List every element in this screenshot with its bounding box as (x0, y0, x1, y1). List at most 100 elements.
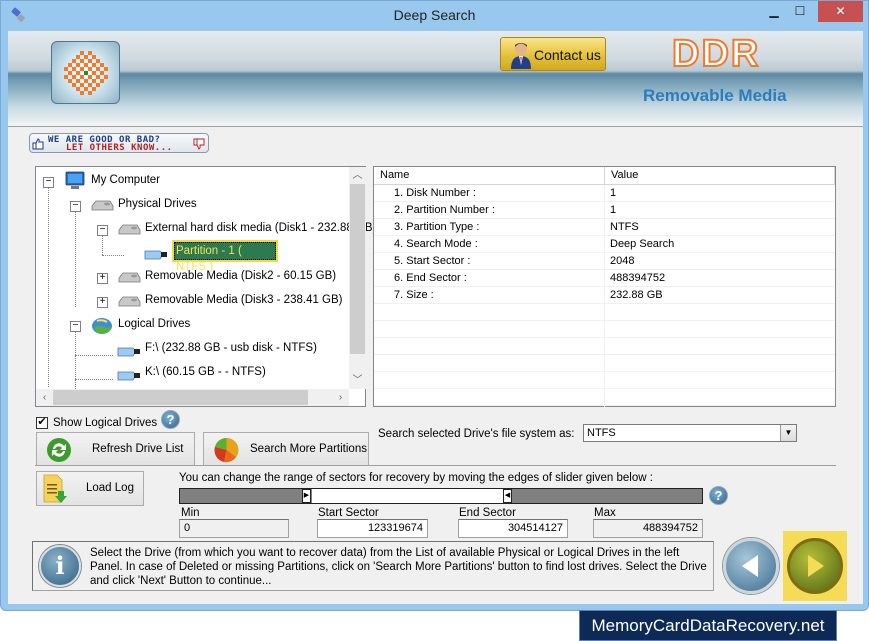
table-row[interactable]: 2. Partition Number : 1 (374, 202, 835, 219)
maximize-button[interactable]: ☐ (787, 1, 813, 22)
back-button[interactable] (723, 538, 779, 594)
load-log-button[interactable]: Load Log (36, 471, 144, 506)
checker-logo-icon (64, 51, 108, 95)
next-button[interactable] (787, 538, 843, 594)
sector-help-icon[interactable]: ? (709, 486, 728, 505)
load-log-label: Load Log (86, 482, 134, 494)
property-name: 3. Partition Type : (394, 221, 480, 233)
tree-node-partition-1[interactable]: Partition - 1 ( NTFS ) (172, 240, 278, 273)
end-sector-handle[interactable]: ◀ (503, 489, 512, 503)
scroll-up-icon[interactable]: ︿ (349, 167, 366, 184)
horizontal-scroll-thumb[interactable] (53, 390, 308, 405)
expander-disk2[interactable]: + (97, 273, 108, 284)
file-system-select[interactable]: NTFS ▼ (583, 424, 797, 442)
start-sector-handle[interactable]: ▶ (302, 489, 311, 503)
tree-node-physical-drives[interactable]: Physical Drives (118, 198, 197, 210)
max-label: Max (594, 507, 616, 519)
chevron-down-icon[interactable]: ▼ (780, 425, 796, 441)
property-value: 232.88 GB (610, 289, 663, 301)
help-icon[interactable]: ? (161, 410, 180, 429)
product-subtitle: Removable Media (643, 86, 787, 105)
next-arrow-icon (808, 555, 824, 577)
show-logical-drives-checkbox[interactable]: ✔ (36, 417, 48, 429)
scroll-down-icon[interactable]: ﹀ (349, 372, 366, 389)
drive-tree[interactable]: − My Computer − Physical Drives − Extern… (35, 166, 376, 407)
thumbs-down-icon (193, 138, 205, 150)
info-panel: i Select the Drive (from which you want … (32, 541, 714, 591)
next-button-highlight (783, 531, 847, 601)
start-sector-input[interactable]: 123319674 (317, 519, 428, 538)
scroll-right-icon[interactable]: › (332, 389, 349, 406)
hard-drive-icon (118, 296, 141, 307)
property-value: Deep Search (610, 238, 675, 250)
usb-drive-icon (117, 347, 140, 357)
refresh-drive-list-button[interactable]: Refresh Drive List (36, 432, 195, 466)
end-sector-input[interactable]: 304514127 (458, 519, 568, 538)
table-row (374, 304, 835, 321)
scroll-left-icon[interactable]: ‹ (36, 389, 53, 406)
thumbs-up-icon (32, 138, 44, 150)
column-header-name[interactable]: Name (374, 167, 605, 184)
tree-node-drive-k[interactable]: K:\ (60.15 GB - - NTFS) (145, 366, 266, 378)
usb-drive-icon (117, 371, 140, 381)
section-divider (35, 465, 836, 466)
tree-node-disk2[interactable]: Removable Media (Disk2 - 60.15 GB) (145, 270, 336, 282)
tree-node-logical-drives[interactable]: Logical Drives (118, 318, 190, 330)
expander-my-computer[interactable]: − (43, 177, 54, 188)
expander-physical-drives[interactable]: − (70, 201, 81, 212)
table-row (374, 321, 835, 338)
brand-logo-text: DDR (671, 32, 761, 76)
property-name: 1. Disk Number : (394, 187, 476, 199)
hard-drive-icon (91, 200, 114, 211)
expander-disk3[interactable]: + (97, 297, 108, 308)
vertical-scroll-thumb[interactable] (350, 184, 365, 354)
feedback-banner[interactable]: WE ARE GOOD OR BAD? LET OTHERS KNOW... (29, 133, 209, 153)
max-sector-field: 488394752 (593, 519, 703, 538)
header-banner: Contact us DDR Removable Media (8, 31, 863, 127)
tree-node-drive-f[interactable]: F:\ (232.88 GB - usb disk - NTFS) (145, 342, 317, 354)
refresh-drive-list-label: Refresh Drive List (92, 443, 184, 455)
property-name: 5. Start Sector : (394, 255, 471, 267)
property-value: 1 (610, 187, 617, 199)
min-sector-field: 0 (179, 519, 289, 538)
minimize-button[interactable]: ▁ (761, 1, 787, 22)
person-icon (511, 43, 531, 69)
selected-sector-range (312, 489, 505, 503)
table-row[interactable]: 5. Start Sector : 2048 (374, 253, 835, 270)
property-value: 2048 (610, 255, 635, 267)
search-more-partitions-button[interactable]: Search More Partitions (203, 432, 369, 466)
tree-node-external-disk[interactable]: External hard disk media (Disk1 - 232.88… (145, 222, 376, 234)
refresh-icon (47, 438, 71, 462)
sector-range-instruction: You can change the range of sectors for … (179, 472, 653, 484)
feedback-line2: LET OTHERS KNOW... (66, 143, 173, 153)
expander-logical-drives[interactable]: − (70, 321, 81, 332)
tree-node-disk3[interactable]: Removable Media (Disk3 - 238.41 GB) (145, 294, 343, 306)
sector-range-slider[interactable]: ▶ ◀ (179, 488, 703, 504)
info-text: Select the Drive (from which you want to… (90, 547, 707, 587)
property-value: NTFS (610, 221, 639, 233)
contact-us-label: Contact us (534, 47, 601, 63)
property-value: 488394752 (610, 272, 666, 284)
table-row[interactable]: 1. Disk Number : 1 (374, 185, 835, 202)
contact-us-button[interactable]: Contact us (500, 37, 606, 71)
expander-external-disk[interactable]: − (97, 225, 108, 236)
property-value: 1 (610, 204, 617, 216)
column-header-value[interactable]: Value (605, 167, 835, 184)
tree-horizontal-scrollbar[interactable]: ‹ › (36, 389, 349, 406)
end-sector-label: End Sector (459, 507, 516, 519)
back-arrow-icon (742, 555, 758, 577)
table-row (374, 389, 835, 406)
tree-node-my-computer[interactable]: My Computer (91, 174, 160, 186)
app-logo (51, 41, 120, 104)
table-row[interactable]: 4. Search Mode : Deep Search (374, 236, 835, 253)
properties-grid: Name Value 1. Disk Number :1 2. Partition… (373, 166, 836, 407)
website-banner[interactable]: MemoryCardDataRecovery.net (579, 610, 837, 641)
table-row (374, 372, 835, 389)
table-row[interactable]: 7. Size : 232.88 GB (374, 287, 835, 304)
close-button[interactable]: ✕ (818, 1, 863, 22)
table-row[interactable]: 3. Partition Type : NTFS (374, 219, 835, 236)
property-name: 4. Search Mode : (394, 238, 478, 250)
tree-vertical-scrollbar[interactable]: ︿ ﹀ (349, 167, 366, 389)
table-row[interactable]: 6. End Sector : 488394752 (374, 270, 835, 287)
start-sector-label: Start Sector (318, 507, 379, 519)
